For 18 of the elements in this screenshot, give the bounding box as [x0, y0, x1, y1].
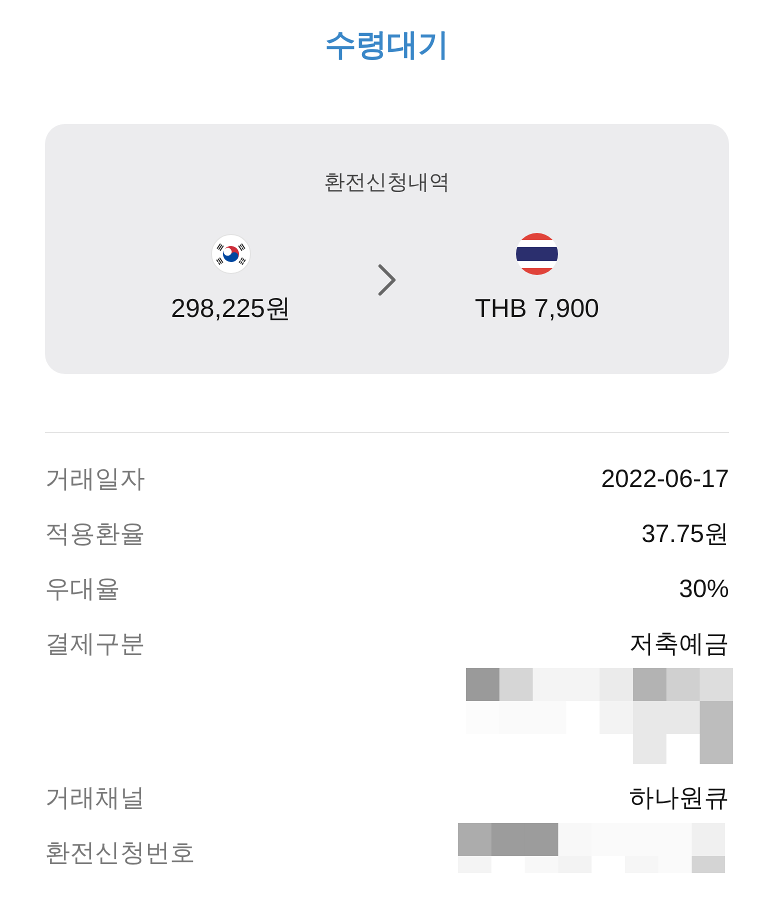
source-amount: 298,225원 — [171, 292, 291, 325]
detail-label: 거래채널 — [45, 783, 145, 814]
detail-value: 2022-06-17 — [601, 464, 729, 495]
summary-title: 환전신청내역 — [324, 170, 450, 196]
status-title: 수령대기 — [325, 26, 449, 64]
detail-label: 우대율 — [45, 574, 120, 605]
detail-label: 적용환율 — [45, 519, 145, 550]
target-amount: THB 7,900 — [474, 292, 600, 325]
korean-flag-icon — [211, 234, 251, 274]
detail-label: 거래일자 — [45, 464, 145, 495]
detail-value: 30% — [678, 574, 729, 605]
chevron-right-icon — [377, 263, 397, 297]
detail-label: 환전신청번호 — [45, 838, 195, 869]
detail-value: 저축예금 — [629, 629, 729, 660]
thai-flag-icon — [516, 233, 558, 275]
detail-value: 37.75원 — [641, 519, 729, 550]
detail-label: 결제구분 — [45, 629, 145, 660]
detail-value: 하나원큐 — [629, 783, 729, 814]
